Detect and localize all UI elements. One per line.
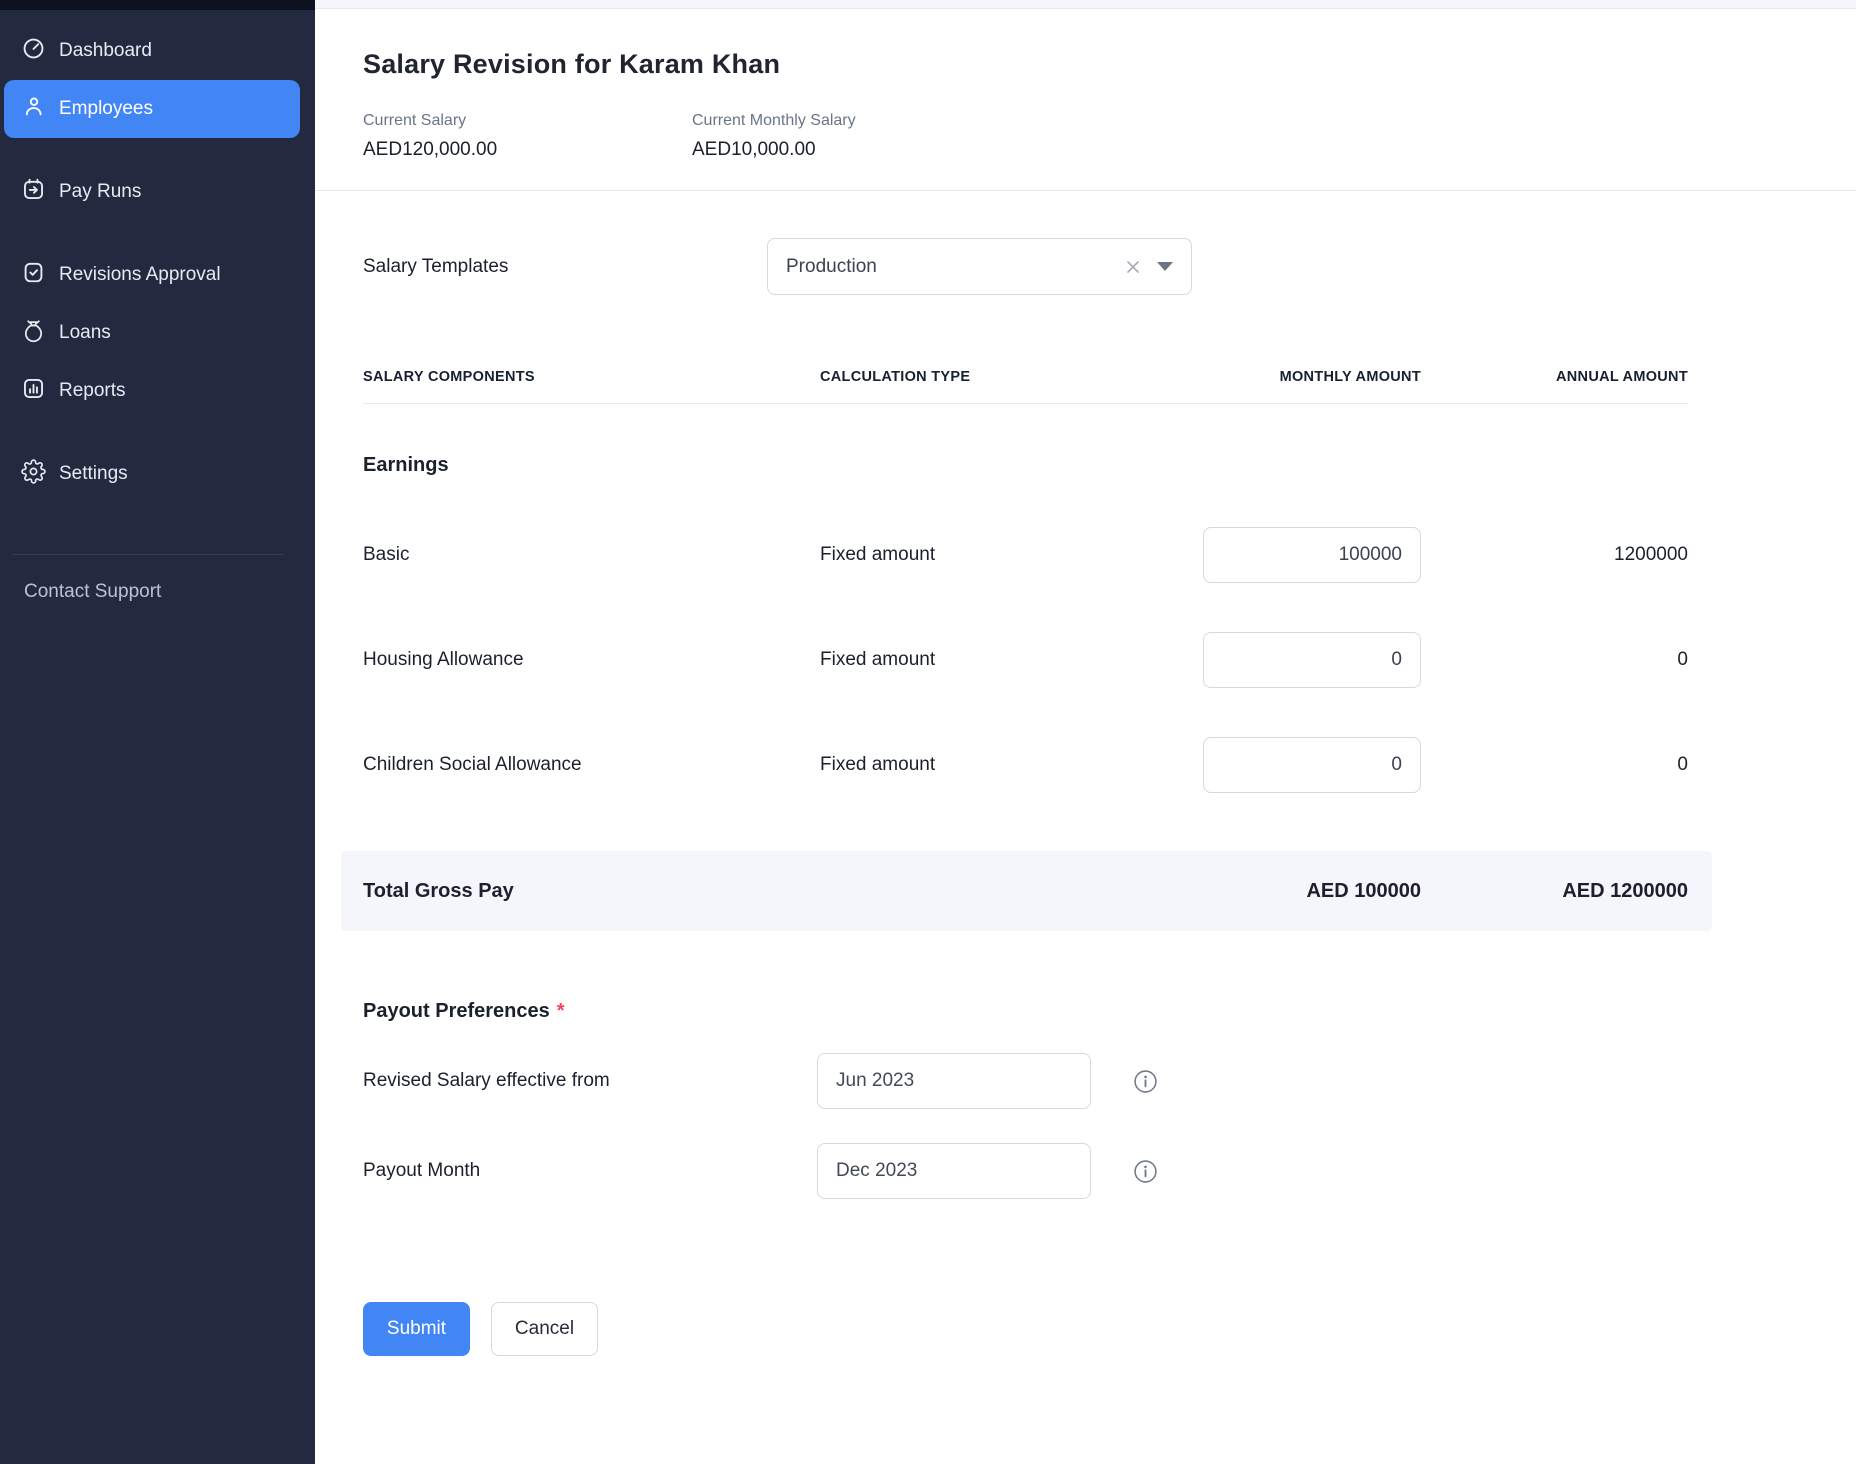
total-annual-amount: AED 1200000: [1421, 880, 1688, 903]
sidebar-item-revisions-approval[interactable]: Revisions Approval: [4, 246, 300, 304]
page-title: Salary Revision for Karam Khan: [363, 49, 1808, 80]
salary-templates-label: Salary Templates: [363, 256, 767, 278]
sidebar-item-label: Pay Runs: [59, 181, 141, 203]
info-icon[interactable]: [1133, 1159, 1158, 1184]
sidebar-divider: [12, 554, 284, 555]
pay-runs-icon: [21, 177, 46, 208]
revised-salary-effective-input[interactable]: [817, 1053, 1091, 1109]
current-monthly-salary-value: AED10,000.00: [692, 139, 856, 161]
chevron-down-icon[interactable]: [1157, 262, 1173, 271]
sidebar-item-label: Loans: [59, 322, 111, 344]
employees-icon: [21, 94, 46, 125]
sidebar-item-employees[interactable]: Employees: [4, 80, 300, 138]
column-header-annual-amount: ANNUAL AMOUNT: [1421, 369, 1688, 385]
current-monthly-salary-label: Current Monthly Salary: [692, 112, 856, 130]
required-asterisk: *: [557, 1000, 565, 1022]
sidebar-item-label: Employees: [59, 98, 153, 120]
sidebar-item-dashboard[interactable]: Dashboard: [4, 22, 300, 80]
loans-icon: [21, 318, 46, 349]
payout-month-input[interactable]: [817, 1143, 1091, 1199]
component-calculation-type: Fixed amount: [820, 649, 1161, 671]
monthly-amount-input[interactable]: [1203, 632, 1421, 688]
sidebar-item-label: Revisions Approval: [59, 264, 221, 286]
monthly-amount-input[interactable]: [1203, 527, 1421, 583]
components-table-header: SALARY COMPONENTS CALCULATION TYPE MONTH…: [363, 369, 1688, 404]
total-gross-pay-label: Total Gross Pay: [363, 880, 820, 903]
settings-icon: [21, 459, 46, 490]
sidebar-nav: Dashboard Employees: [0, 10, 315, 503]
earnings-group-heading: Earnings: [363, 454, 1688, 477]
current-salary-value: AED120,000.00: [363, 139, 692, 161]
sidebar: Dashboard Employees: [0, 0, 315, 1464]
contact-support-link[interactable]: Contact Support: [0, 581, 315, 603]
page-header: Salary Revision for Karam Khan Current S…: [315, 9, 1856, 190]
salary-templates-select[interactable]: Production: [767, 238, 1192, 295]
revised-salary-effective-label: Revised Salary effective from: [363, 1070, 817, 1092]
main-top-strip: [315, 0, 1856, 9]
total-gross-pay-row: Total Gross Pay AED 100000 AED 1200000: [341, 851, 1712, 931]
sidebar-item-label: Reports: [59, 380, 126, 402]
table-row: Housing Allowance Fixed amount 0: [363, 607, 1688, 712]
info-icon[interactable]: [1133, 1069, 1158, 1094]
app-window: Dashboard Employees: [0, 0, 1856, 1464]
monthly-amount-input[interactable]: [1203, 737, 1421, 793]
current-salary-block: Current Salary AED120,000.00: [363, 112, 692, 161]
sidebar-item-settings[interactable]: Settings: [4, 445, 300, 503]
component-name: Basic: [363, 544, 820, 566]
annual-amount-value: 0: [1421, 649, 1688, 671]
payout-month-row: Payout Month: [363, 1143, 1688, 1199]
table-row: Children Social Allowance Fixed amount 0: [363, 712, 1688, 817]
reports-icon: [21, 376, 46, 407]
sidebar-item-reports[interactable]: Reports: [4, 362, 300, 420]
column-header-monthly-amount: MONTHLY AMOUNT: [1161, 369, 1421, 385]
payout-preferences-heading: Payout Preferences *: [363, 1000, 1688, 1023]
sidebar-item-label: Settings: [59, 463, 128, 485]
form-content: Salary Templates Production SALARY COMPO…: [315, 238, 1856, 1356]
total-monthly-amount: AED 100000: [1161, 880, 1421, 903]
column-header-salary-components: SALARY COMPONENTS: [363, 369, 820, 385]
sidebar-item-label: Dashboard: [59, 40, 152, 62]
salary-templates-selected-value: Production: [786, 256, 1123, 278]
payout-month-label: Payout Month: [363, 1160, 817, 1182]
component-name: Children Social Allowance: [363, 754, 820, 776]
sidebar-top-strip: [0, 0, 315, 10]
clear-icon[interactable]: [1123, 257, 1143, 277]
current-salary-label: Current Salary: [363, 112, 692, 130]
table-row: Basic Fixed amount 1200000: [363, 502, 1688, 607]
annual-amount-value: 0: [1421, 754, 1688, 776]
cancel-button[interactable]: Cancel: [491, 1302, 598, 1356]
column-header-calculation-type: CALCULATION TYPE: [820, 369, 1161, 385]
dashboard-icon: [21, 36, 46, 67]
component-calculation-type: Fixed amount: [820, 544, 1161, 566]
form-actions: Submit Cancel: [363, 1302, 1688, 1356]
revisions-approval-icon: [21, 260, 46, 291]
revised-salary-effective-row: Revised Salary effective from: [363, 1053, 1688, 1109]
salary-templates-row: Salary Templates Production: [363, 238, 1688, 295]
sidebar-item-loans[interactable]: Loans: [4, 304, 300, 362]
component-calculation-type: Fixed amount: [820, 754, 1161, 776]
main-content: Salary Revision for Karam Khan Current S…: [315, 0, 1856, 1464]
current-monthly-salary-block: Current Monthly Salary AED10,000.00: [692, 112, 856, 161]
annual-amount-value: 1200000: [1421, 544, 1688, 566]
component-name: Housing Allowance: [363, 649, 820, 671]
sidebar-item-pay-runs[interactable]: Pay Runs: [4, 163, 300, 221]
submit-button[interactable]: Submit: [363, 1302, 470, 1356]
header-divider: [315, 190, 1856, 191]
salary-summary: Current Salary AED120,000.00 Current Mon…: [363, 112, 1808, 161]
payout-preferences-title: Payout Preferences: [363, 1000, 550, 1022]
